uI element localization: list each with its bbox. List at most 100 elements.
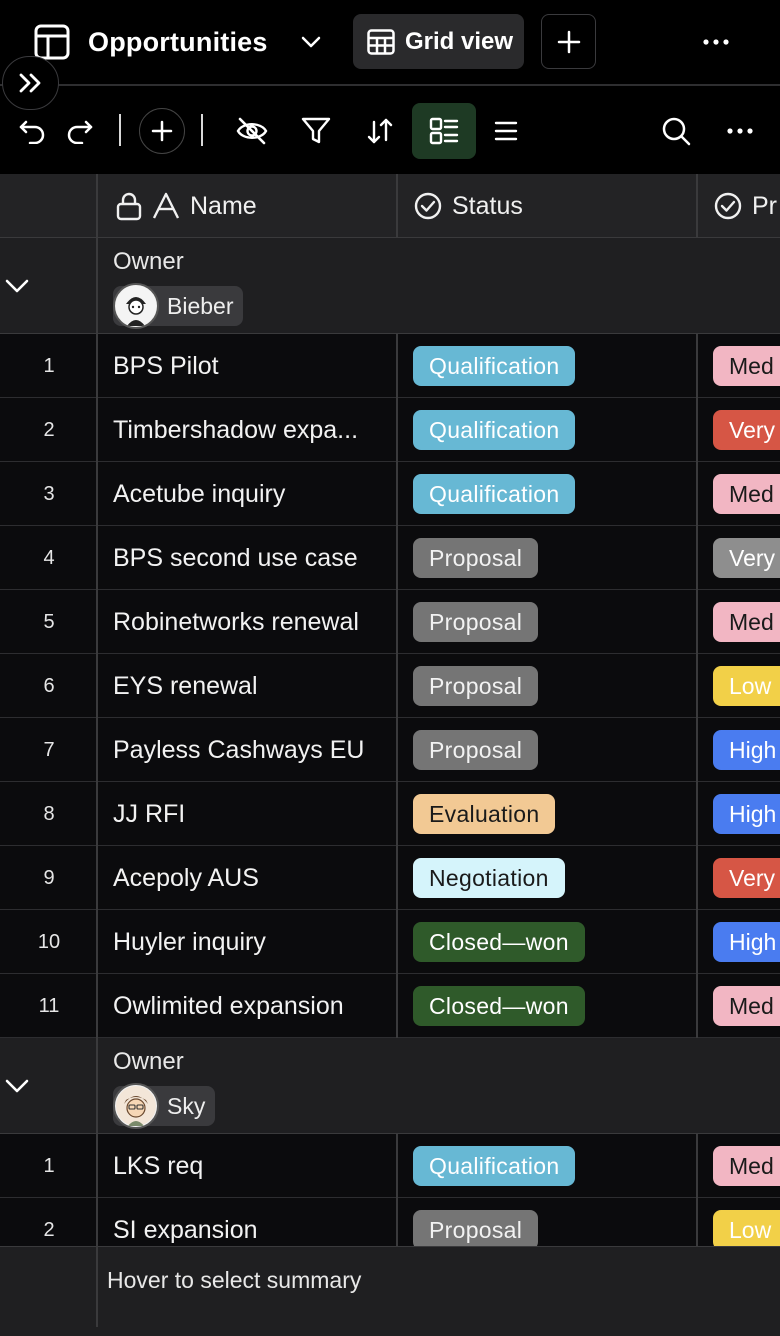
status-badge[interactable]: Evaluation (413, 794, 556, 834)
chevron-down-icon[interactable] (300, 31, 322, 53)
add-view-button[interactable] (541, 14, 596, 69)
column-divider (696, 1198, 698, 1246)
priority-badge[interactable]: High (713, 922, 780, 962)
table-row[interactable]: 6 EYS renewal Proposal Low (0, 654, 780, 718)
record-name[interactable]: EYS renewal (113, 654, 388, 718)
add-record-button[interactable] (138, 96, 186, 166)
table-row[interactable]: 2 Timbershadow expa... Qualification Very (0, 398, 780, 462)
column-divider (396, 590, 398, 654)
column-divider (696, 782, 698, 846)
table-row[interactable]: 8 JJ RFI Evaluation High (0, 782, 780, 846)
group-field-label: Owner (113, 1048, 184, 1075)
group-active-bg (412, 103, 476, 159)
redo-button[interactable] (62, 96, 98, 166)
status-badge[interactable]: Qualification (413, 474, 576, 514)
record-name[interactable]: Owlimited expansion (113, 974, 388, 1038)
toolbar-divider (201, 114, 203, 146)
record-name[interactable]: Timbershadow expa... (113, 398, 388, 462)
record-name[interactable]: LKS req (113, 1134, 388, 1198)
priority-badge[interactable]: Med (713, 474, 780, 514)
search-button[interactable] (658, 96, 694, 166)
priority-badge[interactable]: Med (713, 986, 780, 1026)
chevron-down-icon[interactable] (4, 1072, 30, 1098)
status-badge[interactable]: Qualification (413, 346, 576, 386)
row-number: 8 (43, 802, 55, 825)
column-divider (396, 526, 398, 590)
table-switcher[interactable]: Opportunities (34, 22, 322, 62)
more-options-button[interactable] (700, 28, 732, 56)
priority-badge[interactable]: Med (713, 346, 780, 386)
toolbar-more-button[interactable] (722, 96, 758, 166)
priority-badge[interactable]: Low (713, 1210, 780, 1246)
column-header-status-label: Status (452, 191, 523, 220)
record-name[interactable]: Robinetworks renewal (113, 590, 388, 654)
summary-hint: Hover to select summary (107, 1267, 362, 1293)
column-divider (696, 174, 698, 238)
table-row[interactable]: 5 Robinetworks renewal Proposal Med (0, 590, 780, 654)
column-header-priority[interactable]: Pr (714, 174, 777, 238)
priority-badge[interactable]: Med (713, 602, 780, 642)
priority-badge[interactable]: Med (713, 1146, 780, 1186)
plus-icon (557, 30, 581, 54)
column-divider (396, 1198, 398, 1246)
filter-icon (301, 117, 331, 145)
table-row[interactable]: 7 Payless Cashways EU Proposal High (0, 718, 780, 782)
table-row[interactable]: 1 BPS Pilot Qualification Med (0, 334, 780, 398)
record-name[interactable]: SI expansion (113, 1198, 388, 1246)
column-divider (96, 174, 98, 1246)
status-badge[interactable]: Qualification (413, 410, 576, 450)
status-badge[interactable]: Closed—won (413, 922, 585, 962)
record-name[interactable]: Huyler inquiry (113, 910, 388, 974)
group-button[interactable] (412, 96, 476, 166)
record-name[interactable]: Acetube inquiry (113, 462, 388, 526)
table-row[interactable]: 3 Acetube inquiry Qualification Med (0, 462, 780, 526)
column-divider (96, 1247, 98, 1327)
status-badge[interactable]: Qualification (413, 1146, 576, 1186)
table-row[interactable]: 9 Acepoly AUS Negotiation Very (0, 846, 780, 910)
status-badge[interactable]: Closed—won (413, 986, 585, 1026)
status-badge[interactable]: Negotiation (413, 858, 565, 898)
status-badge[interactable]: Proposal (413, 730, 539, 770)
record-name[interactable]: Acepoly AUS (113, 846, 388, 910)
status-badge[interactable]: Proposal (413, 602, 539, 642)
column-header-status[interactable]: Status (414, 174, 523, 238)
priority-badge[interactable]: High (713, 730, 780, 770)
table-row[interactable]: 4 BPS second use case Proposal Very (0, 526, 780, 590)
column-divider (696, 718, 698, 782)
sort-button[interactable] (362, 96, 398, 166)
redo-icon (66, 118, 94, 144)
table-row[interactable]: 10 Huyler inquiry Closed—won High (0, 910, 780, 974)
status-badge[interactable]: Proposal (413, 666, 539, 706)
grid-view-button[interactable]: Grid view (353, 14, 524, 69)
priority-badge[interactable]: High (713, 794, 780, 834)
record-name[interactable]: BPS Pilot (113, 334, 388, 398)
status-badge[interactable]: Proposal (413, 1210, 539, 1246)
column-header-name[interactable]: Name (116, 174, 257, 238)
expand-sidebar-button[interactable] (2, 56, 59, 110)
summary-bar[interactable]: Hover to select summary (0, 1246, 780, 1336)
group-header[interactable]: Owner Bieber (0, 238, 780, 334)
column-divider (396, 974, 398, 1038)
row-number: 11 (38, 994, 60, 1017)
filter-button[interactable] (296, 96, 336, 166)
status-badge[interactable]: Proposal (413, 538, 539, 578)
priority-badge[interactable]: Low (713, 666, 780, 706)
grid-icon (367, 28, 395, 55)
row-number: 3 (43, 482, 55, 505)
priority-badge[interactable]: Very (713, 538, 780, 578)
table-row[interactable]: 11 Owlimited expansion Closed—won Med (0, 974, 780, 1038)
group-icon (429, 117, 459, 145)
record-name[interactable]: JJ RFI (113, 782, 388, 846)
row-height-button[interactable] (490, 96, 522, 166)
priority-badge[interactable]: Very (713, 410, 780, 450)
record-name[interactable]: BPS second use case (113, 526, 388, 590)
chevron-down-icon[interactable] (4, 272, 30, 298)
table-row[interactable]: 1 LKS req Qualification Med (0, 1134, 780, 1198)
row-number: 2 (43, 418, 55, 441)
page-title: Opportunities (88, 26, 268, 57)
record-name[interactable]: Payless Cashways EU (113, 718, 388, 782)
priority-badge[interactable]: Very (713, 858, 780, 898)
table-row[interactable]: 2 SI expansion Proposal Low (0, 1198, 780, 1246)
hide-fields-button[interactable] (230, 96, 274, 166)
group-header[interactable]: Owner Sky (0, 1038, 780, 1134)
